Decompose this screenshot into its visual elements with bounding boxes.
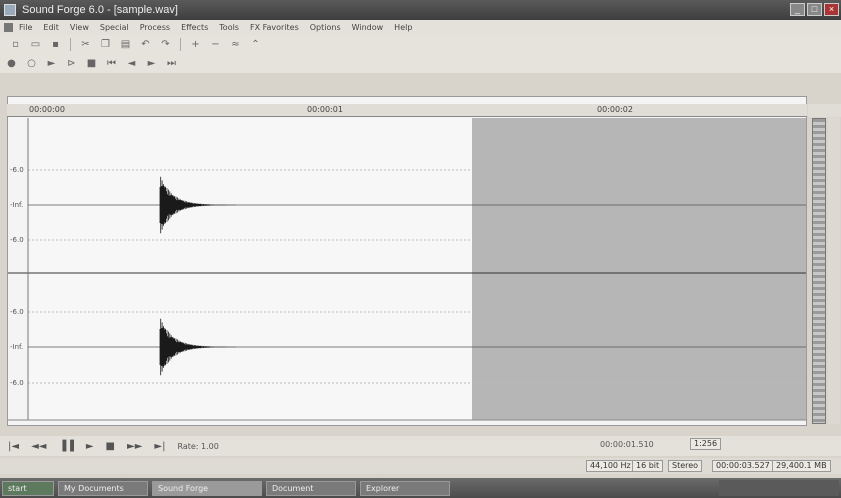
playback-rate[interactable]: Rate: 1.00 <box>177 442 218 451</box>
play-button[interactable]: ► <box>86 441 94 452</box>
bit-depth[interactable]: 16 bit <box>632 460 664 472</box>
channel-mode[interactable]: Stereo <box>668 460 703 472</box>
amplitude-label: -Inf. <box>10 201 24 209</box>
taskbar-item[interactable]: Explorer <box>360 480 450 496</box>
amplitude-label: -6.0 <box>10 379 24 387</box>
waveform-display[interactable] <box>0 0 841 498</box>
go-to-start-button[interactable]: |◄ <box>8 441 19 452</box>
rewind-button[interactable]: ◄◄ <box>31 441 46 452</box>
time-readout: 00:00:01.510 <box>600 440 654 449</box>
go-to-end-button[interactable]: ►| <box>154 441 165 452</box>
pause-button[interactable]: ▐▐ <box>58 441 73 452</box>
status-bar: 1:256 44,100 Hz 16 bit Stereo 00:00:03.5… <box>0 438 841 474</box>
amplitude-label: -Inf. <box>10 343 24 351</box>
system-tray <box>719 480 839 496</box>
file-length: 00:00:03.527 <box>712 460 774 472</box>
meter-header <box>808 104 841 117</box>
taskbar-item[interactable]: My Documents <box>58 480 148 496</box>
meter-scale <box>828 118 840 424</box>
free-space: 29,400.1 MB <box>772 460 831 472</box>
stop-button[interactable]: ■ <box>106 441 115 452</box>
taskbar-item[interactable]: Sound Forge <box>152 480 262 496</box>
start-button[interactable]: start <box>2 480 54 496</box>
zoom-ratio[interactable]: 1:256 <box>690 438 722 450</box>
amplitude-label: -6.0 <box>10 166 24 174</box>
amplitude-label: -6.0 <box>10 308 24 316</box>
sound-forge-window: Sound Forge 6.0 - [sample.wav] _ □ × Fil… <box>0 0 841 498</box>
sample-rate[interactable]: 44,100 Hz <box>586 460 635 472</box>
level-meter <box>812 118 826 424</box>
windows-taskbar: start My Documents Sound Forge Document … <box>0 478 841 498</box>
selection-region[interactable] <box>472 118 806 420</box>
amplitude-label: -6.0 <box>10 236 24 244</box>
fast-forward-button[interactable]: ►► <box>127 441 142 452</box>
taskbar-item[interactable]: Document <box>266 480 356 496</box>
